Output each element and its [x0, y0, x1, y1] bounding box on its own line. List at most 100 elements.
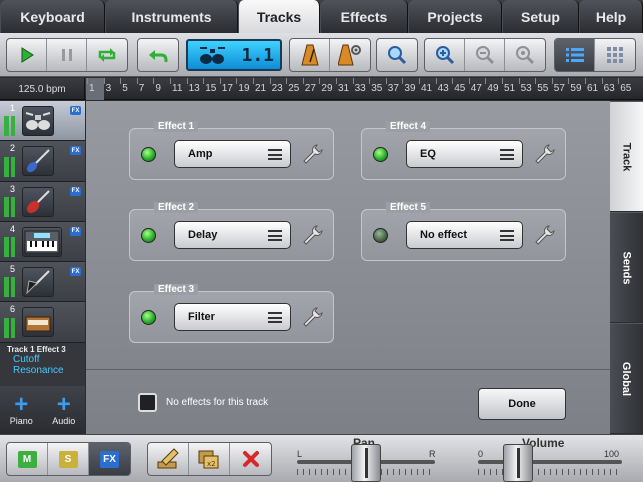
timeline-ruler[interactable]: 125.0 bpm 1 3 5 7 9 11 13 15 17 19 21 23 25 27 29 31 33 3… — [0, 78, 643, 100]
effect-selector[interactable]: Delay — [174, 221, 291, 249]
effect-selector[interactable]: No effect — [406, 221, 523, 249]
tab-projects[interactable]: Projects — [408, 0, 502, 33]
zoom-reset-button[interactable] — [505, 39, 545, 71]
bar-number: 3 — [105, 83, 112, 94]
effect-slot-1: Effect 1 Amp — [129, 121, 334, 180]
effect-enable-led[interactable] — [373, 228, 388, 243]
fx-badge[interactable]: FX — [70, 106, 81, 115]
track-row-4[interactable]: 4 FX — [0, 221, 85, 263]
bar-number: 27 — [304, 83, 316, 94]
tempo-display[interactable]: 125.0 bpm — [0, 78, 85, 100]
param-resonance[interactable]: Resonance — [7, 365, 81, 376]
effect-selector[interactable]: Amp — [174, 140, 291, 168]
track-row-3[interactable]: 3 FX — [0, 181, 85, 222]
param-cutoff[interactable]: Cutoff — [7, 354, 81, 365]
effect-enable-led[interactable] — [141, 147, 156, 162]
effect-slot-3: Effect 3 Filter — [129, 284, 334, 343]
wrench-icon[interactable] — [534, 224, 556, 246]
bar-tick — [502, 78, 503, 84]
metronome-group — [289, 38, 371, 72]
track-number: 3 — [10, 183, 16, 194]
effect-selector[interactable]: EQ — [406, 140, 523, 168]
tab-setup[interactable]: Setup — [502, 0, 579, 33]
bar-tick — [253, 78, 254, 84]
tab-help[interactable]: Help — [579, 0, 643, 33]
bar-number: 13 — [188, 83, 200, 94]
level-meter — [4, 277, 15, 298]
add-audio-track-button[interactable]: + Audio — [43, 386, 86, 434]
level-meter — [4, 237, 15, 258]
level-meter — [4, 156, 15, 177]
wrench-icon[interactable] — [534, 143, 556, 165]
undo-button[interactable] — [138, 39, 178, 71]
bar-number: 45 — [454, 83, 466, 94]
track-row-5[interactable]: 5 FX — [0, 262, 85, 303]
fx-badge[interactable]: FX — [70, 267, 81, 277]
metronome-settings-button[interactable] — [330, 39, 370, 71]
tab-tracks[interactable]: Tracks — [238, 0, 320, 33]
search-button[interactable] — [377, 39, 417, 71]
track-row-6[interactable]: 6 — [0, 302, 85, 343]
bar-tick — [385, 78, 387, 84]
wrench-icon[interactable] — [302, 306, 324, 328]
add-piano-track-button[interactable]: + Piano — [0, 386, 43, 434]
bar-tick — [120, 78, 122, 84]
loop-button[interactable] — [87, 39, 127, 71]
bar-number: 33 — [354, 83, 366, 94]
track-row-1[interactable]: 1 FX — [0, 101, 85, 142]
delete-track-button[interactable] — [230, 443, 271, 475]
zoom-out-icon — [475, 46, 494, 65]
level-meter — [4, 317, 15, 338]
tab-effects[interactable]: Effects — [320, 0, 408, 33]
wrench-icon[interactable] — [302, 143, 324, 165]
effect-enable-led[interactable] — [141, 310, 156, 325]
pan-left-label: L — [297, 449, 303, 459]
solo-button[interactable]: S — [48, 443, 89, 475]
duplicate-track-button[interactable]: x2 — [189, 443, 230, 475]
edit-track-button[interactable] — [148, 443, 189, 475]
effect-enable-led[interactable] — [373, 147, 388, 162]
play-button[interactable] — [7, 39, 47, 71]
synth-keyboard-icon — [24, 230, 60, 254]
add-track-bar: + Piano + Audio — [0, 386, 85, 434]
volume-slider[interactable]: Volume 0 100 — [476, 436, 626, 482]
no-effects-option: No effects for this track — [138, 393, 268, 412]
track-row-2[interactable]: 2 FX — [0, 141, 85, 182]
mixer-bar: M S FX x2 Pan L R Volume 0 100 — [0, 434, 643, 482]
side-tab-global[interactable]: Global — [610, 323, 643, 433]
menu-icon — [500, 149, 514, 160]
list-view-button[interactable] — [555, 39, 595, 71]
fx-badge[interactable]: FX — [70, 146, 81, 156]
bar-number: 39 — [404, 83, 416, 94]
grid-view-button[interactable] — [595, 39, 635, 71]
effect-selector[interactable]: Filter — [174, 303, 291, 331]
pan-knob[interactable] — [351, 444, 381, 482]
fx-badge[interactable]: FX — [70, 186, 81, 196]
side-tab-sends[interactable]: Sends — [610, 212, 643, 322]
effect-slot-5: Effect 5 No effect — [361, 202, 566, 261]
bar-tick — [219, 78, 221, 84]
no-effects-checkbox[interactable] — [138, 393, 157, 412]
mute-button[interactable]: M — [7, 443, 48, 475]
fx-button[interactable]: FX — [89, 443, 130, 475]
side-tab-track[interactable]: Track — [610, 101, 643, 211]
zoom-out-button[interactable] — [465, 39, 505, 71]
volume-knob[interactable] — [503, 444, 534, 482]
wrench-icon[interactable] — [302, 224, 324, 246]
metronome-button[interactable] — [290, 39, 330, 71]
effect-slot-title: Effect 1 — [154, 121, 199, 132]
track-state-group: M S FX — [6, 442, 131, 476]
effect-enable-led[interactable] — [141, 228, 156, 243]
zoom-reset-icon — [516, 46, 535, 65]
done-button[interactable]: Done — [478, 388, 566, 420]
bar-tick — [269, 78, 271, 84]
pause-button[interactable] — [47, 39, 87, 71]
bar-number: 37 — [387, 83, 399, 94]
tab-instruments[interactable]: Instruments — [105, 0, 238, 33]
zoom-in-button[interactable] — [425, 39, 465, 71]
fx-badge[interactable]: FX — [70, 226, 81, 236]
bar-number: 11 — [172, 83, 183, 94]
pan-slider[interactable]: Pan L R — [295, 436, 439, 482]
tab-keyboard[interactable]: Keyboard — [0, 0, 105, 33]
drums-icon — [200, 47, 225, 64]
